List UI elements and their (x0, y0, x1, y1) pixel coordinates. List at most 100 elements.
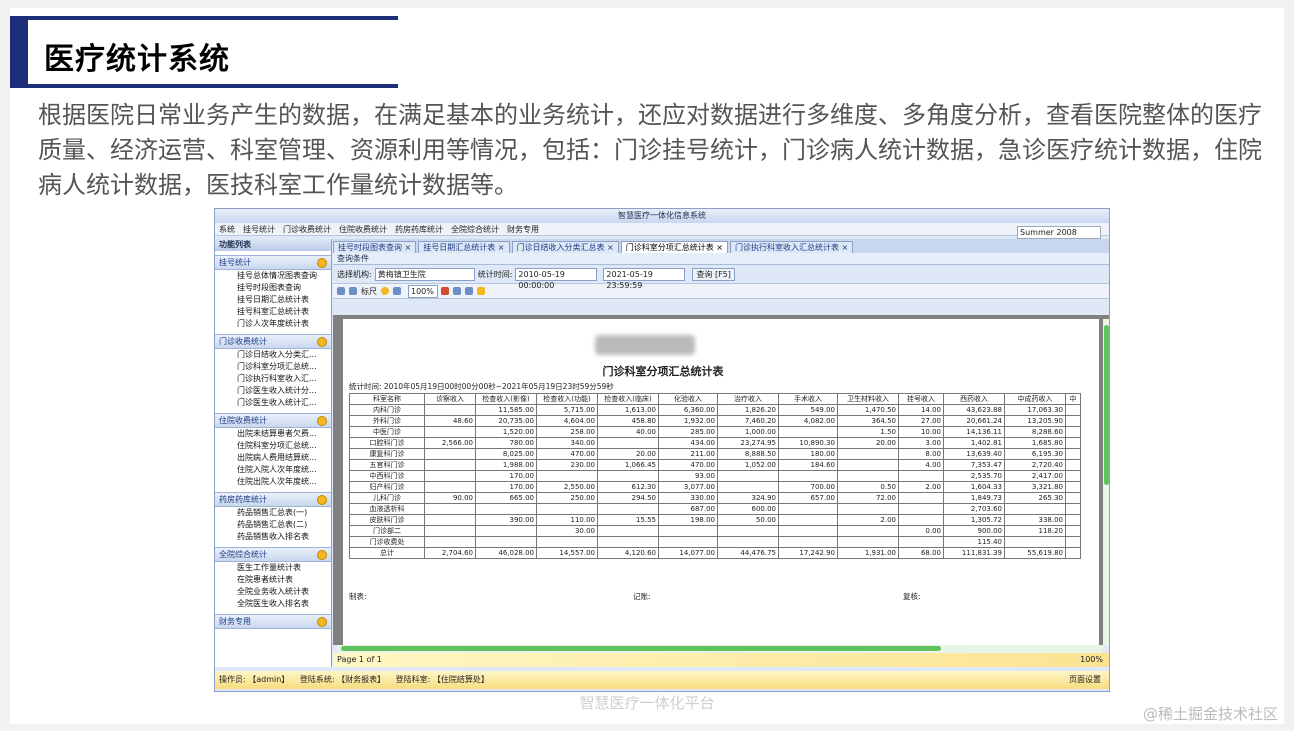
close-icon[interactable]: × (714, 243, 723, 252)
query-button[interactable]: 查询 [F5] (692, 267, 735, 281)
table-cell: 1,052.00 (717, 459, 779, 471)
sidebar-item[interactable]: 药品销售汇总表(二) (215, 519, 331, 531)
sidebar-item[interactable]: 挂号总体情况图表查询 (215, 270, 331, 282)
table-cell: 43,623.88 (943, 404, 1005, 416)
collapse-icon[interactable] (317, 258, 327, 268)
table-cell: 1,305.72 (943, 514, 1005, 526)
menu-pharmacy[interactable]: 药房药库统计 (395, 224, 443, 235)
sidebar-item[interactable]: 药品销售汇总表(一) (215, 507, 331, 519)
sidebar-item[interactable]: 在院患者统计表 (215, 574, 331, 586)
table-row: 门诊收费处 115.40 (349, 536, 1081, 548)
table-cell: 72.00 (837, 492, 899, 504)
close-icon[interactable]: × (839, 243, 849, 252)
table-cell: 3,321.80 (1004, 481, 1066, 493)
status-system: 登陆系统: 【财务报表】 (299, 675, 386, 684)
sidebar-item[interactable]: 门诊人次年度统计表 (215, 318, 331, 330)
sidebar-group[interactable]: 药房药库统计 (215, 492, 331, 507)
sidebar-item[interactable]: 门诊医生收入统计汇... (215, 397, 331, 409)
table-cell: 外科门诊 (349, 415, 425, 427)
sidebar-item[interactable]: 出院未结算患者欠费... (215, 428, 331, 440)
table-cell: 6,195.30 (1004, 448, 1066, 460)
theme-select[interactable]: Summer 2008 (1017, 226, 1101, 239)
page-bar: Page 1 of 1 100% (333, 653, 1109, 667)
sidebar-item[interactable]: 门诊日结收入分类汇... (215, 349, 331, 361)
sidebar-group[interactable]: 挂号统计 (215, 255, 331, 270)
collapse-icon[interactable] (317, 416, 327, 426)
close-icon[interactable]: × (605, 243, 614, 252)
vertical-scrollbar[interactable] (1103, 319, 1109, 645)
org-select[interactable]: 黄梅镇卫生院 (374, 267, 475, 281)
table-cell: 687.00 (658, 503, 718, 515)
zoom-in-icon[interactable] (393, 287, 401, 295)
corner-watermark: @稀土掘金技术社区 (1142, 705, 1278, 723)
table-cell (898, 492, 944, 504)
column-header: 检查收入(功能) (536, 393, 598, 405)
zoom-select[interactable]: 100% (408, 284, 438, 298)
sidebar-item[interactable]: 住院出院人次年度统... (215, 476, 331, 488)
table-cell: 434.00 (658, 437, 718, 449)
sidebar-item[interactable]: 全院业务收入统计表 (215, 586, 331, 598)
close-icon[interactable]: × (495, 243, 505, 252)
collapse-icon[interactable] (317, 337, 327, 347)
horizontal-scrollbar[interactable] (337, 645, 1103, 653)
report-tab[interactable]: 门诊日结收入分类汇总表 × (511, 241, 619, 253)
prev-page-icon[interactable] (453, 287, 461, 295)
report-tab[interactable]: 挂号时段图表查询 × (333, 241, 417, 253)
start-time-input[interactable]: 2010-05-19 00:00:00 (515, 267, 598, 290)
collapse-icon[interactable] (317, 495, 327, 505)
sidebar-item[interactable]: 医生工作量统计表 (215, 562, 331, 574)
print-icon[interactable] (337, 287, 345, 295)
report-tab[interactable]: 门诊执行科室收入汇总统计表 × (730, 241, 854, 253)
platform-caption: 智慧医疗一体化平台 (579, 694, 715, 712)
sidebar-item[interactable]: 门诊科室分项汇总统... (215, 361, 331, 373)
report-tab[interactable]: 门诊科室分项汇总统计表 × (620, 241, 728, 253)
table-cell: 13,639.40 (943, 448, 1005, 460)
menu-inpatient-fee[interactable]: 住院收费统计 (339, 224, 387, 235)
table-cell: 口腔科门诊 (349, 437, 425, 449)
sidebar-item[interactable]: 挂号日期汇总统计表 (215, 294, 331, 306)
sidebar-item[interactable]: 门诊执行科室收入汇... (215, 373, 331, 385)
page-setup[interactable]: 页面设置 (1069, 671, 1101, 689)
ruler-button[interactable]: 标尺 (361, 286, 377, 297)
menu-outpatient-fee[interactable]: 门诊收费统计 (283, 224, 331, 235)
sidebar-item[interactable]: 住院入院人次年度统... (215, 464, 331, 476)
table-cell: 294.50 (597, 492, 659, 504)
time-label: 统计时间: (477, 269, 513, 279)
table-cell: 1,988.00 (475, 459, 537, 471)
table-cell (424, 426, 476, 438)
table-cell: 2,566.00 (424, 437, 476, 449)
sidebar-group-label: 门诊收费统计 (219, 337, 267, 346)
table-cell: 15.55 (597, 514, 659, 526)
sidebar-group[interactable]: 财务专用 (215, 614, 331, 629)
hand-icon[interactable] (381, 287, 389, 295)
report-tab[interactable]: 挂号日期汇总统计表 × (418, 241, 510, 253)
query-header: 查询条件 (333, 253, 1109, 265)
sidebar-item[interactable]: 挂号时段图表查询 (215, 282, 331, 294)
next-page-icon[interactable] (465, 287, 473, 295)
sidebar-item[interactable]: 出院病人费用结算统... (215, 452, 331, 464)
sidebar-group[interactable]: 全院综合统计 (215, 547, 331, 562)
table-row: 血液透析科 687.00 600.00 2,703.60 (349, 503, 1081, 515)
menu-system[interactable]: 系统 (219, 224, 235, 235)
menu-registration[interactable]: 挂号统计 (243, 224, 275, 235)
settings-icon[interactable] (477, 287, 485, 295)
report-page: 门诊科室分项汇总统计表 统计时间: 2010年05月19日00时00分00秒~2… (343, 319, 1109, 645)
sidebar-group[interactable]: 住院收费统计 (215, 413, 331, 428)
menu-finance[interactable]: 财务专用 (507, 224, 539, 235)
sidebar-group[interactable]: 门诊收费统计 (215, 334, 331, 349)
menu-hospital-overall[interactable]: 全院综合统计 (451, 224, 499, 235)
export-icon[interactable] (349, 287, 357, 295)
sidebar-item[interactable]: 全院医生收入排名表 (215, 598, 331, 610)
sidebar-item[interactable]: 药品销售收入排名表 (215, 531, 331, 543)
close-icon[interactable]: × (402, 243, 412, 252)
table-cell (1065, 426, 1081, 438)
sidebar-item[interactable]: 住院科室分项汇总统... (215, 440, 331, 452)
table-cell: 600.00 (717, 503, 779, 515)
first-page-icon[interactable] (441, 287, 449, 295)
collapse-icon[interactable] (317, 550, 327, 560)
end-time-input[interactable]: 2021-05-19 23:59:59 (603, 267, 686, 290)
sidebar-item[interactable]: 门诊医生收入统计分... (215, 385, 331, 397)
table-cell: 2.00 (898, 481, 944, 493)
sidebar-item[interactable]: 挂号科室汇总统计表 (215, 306, 331, 318)
collapse-icon[interactable] (317, 617, 327, 627)
